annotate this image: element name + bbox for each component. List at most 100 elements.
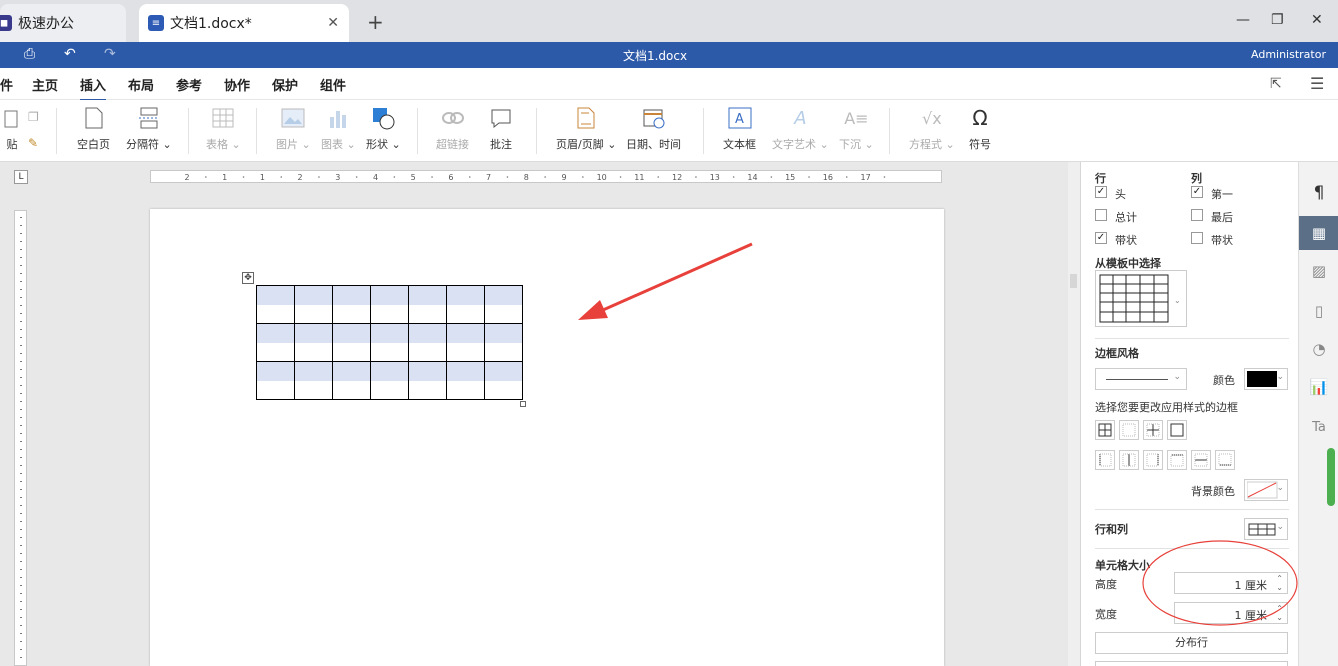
comment-label: 批注 bbox=[490, 138, 512, 151]
ruler-tick bbox=[619, 176, 622, 178]
table-button[interactable]: 表格 ⌄ bbox=[206, 106, 241, 152]
text-art-button[interactable]: A 文字艺术 ⌄ bbox=[772, 106, 829, 152]
menu-collaborate[interactable]: 协作 bbox=[224, 75, 250, 94]
menu-plugins[interactable]: 组件 bbox=[320, 75, 346, 94]
menu-layout[interactable]: 布局 bbox=[128, 75, 154, 94]
table-settings-icon[interactable]: ▦ bbox=[1299, 216, 1338, 250]
ruler-tick bbox=[431, 176, 433, 178]
vertical-ruler[interactable] bbox=[14, 210, 27, 666]
total-row-checkbox[interactable] bbox=[1095, 209, 1107, 221]
page-break-icon bbox=[137, 106, 161, 130]
ruler-tick bbox=[20, 417, 22, 418]
minimize-icon[interactable]: — bbox=[1236, 12, 1250, 28]
panel-scroll-indicator[interactable] bbox=[1327, 448, 1335, 506]
inner-horizontal-border-button[interactable] bbox=[1191, 450, 1211, 470]
banded-columns-checkbox[interactable] bbox=[1191, 232, 1203, 244]
last-column-checkbox[interactable] bbox=[1191, 209, 1203, 221]
ruler-tick bbox=[20, 537, 22, 538]
paste-button[interactable]: 贴 bbox=[0, 106, 24, 152]
border-line-select[interactable]: ⌄ bbox=[1095, 368, 1187, 390]
banded-rows-checkbox[interactable]: ✓ bbox=[1095, 232, 1107, 244]
omega-icon: Ω bbox=[972, 106, 988, 130]
distribute-rows-button[interactable]: 分布行 bbox=[1095, 632, 1288, 654]
border-style-label: 边框风格 bbox=[1095, 347, 1139, 360]
horizontal-ruler[interactable]: 2 1 1 2 3 4 5 6 7 8 9 10 11 12 13 14 15 16 17 bbox=[150, 170, 942, 183]
chart-button[interactable]: 图表 ⌄ bbox=[321, 106, 356, 152]
ruler-number: 1 bbox=[222, 173, 227, 182]
image-settings-icon[interactable]: ▨ bbox=[1299, 254, 1338, 288]
ruler-tick bbox=[20, 545, 22, 546]
dropcap-button[interactable]: A≡ 下沉 ⌄ bbox=[839, 106, 874, 152]
menu-home[interactable]: 主页 bbox=[32, 75, 58, 94]
table-resize-handle[interactable] bbox=[520, 401, 526, 407]
format-painter-icon[interactable]: ✎ bbox=[28, 136, 38, 150]
background-color-picker[interactable]: ⌄ bbox=[1244, 479, 1288, 501]
table-template-picker[interactable]: ⌄ bbox=[1095, 270, 1187, 327]
ruler-tick bbox=[20, 641, 22, 642]
menu-protect[interactable]: 保护 bbox=[272, 75, 298, 94]
ruler-tick bbox=[20, 441, 22, 442]
maximize-icon[interactable]: ❐ bbox=[1271, 12, 1284, 28]
ruler-tick bbox=[20, 425, 22, 426]
ruler-tick bbox=[20, 457, 22, 458]
ruler-tick bbox=[20, 257, 22, 258]
shape-button[interactable]: 形状 ⌄ bbox=[366, 106, 401, 152]
right-border-button[interactable] bbox=[1143, 450, 1163, 470]
distribute-columns-button[interactable] bbox=[1095, 661, 1288, 666]
ruler-tick bbox=[242, 176, 245, 178]
window-close-icon[interactable]: ✕ bbox=[1311, 12, 1323, 28]
open-location-icon[interactable]: ⇱ bbox=[1270, 76, 1282, 92]
tab-app-home[interactable]: ◼ 极速办公 bbox=[0, 4, 126, 42]
textbox-button[interactable]: A 文本框 bbox=[723, 106, 756, 152]
outer-borders-button[interactable] bbox=[1167, 420, 1187, 440]
inner-borders-button[interactable] bbox=[1143, 420, 1163, 440]
header-settings-icon[interactable]: ▯ bbox=[1299, 294, 1338, 328]
datetime-button[interactable]: 日期、时间 bbox=[626, 106, 681, 152]
all-borders-button[interactable] bbox=[1095, 420, 1115, 440]
ruler-tick bbox=[657, 176, 660, 178]
user-name[interactable]: Administrator bbox=[1251, 48, 1326, 61]
menu-icon[interactable]: ☰ bbox=[1310, 74, 1324, 93]
hyperlink-button[interactable]: 超链接 bbox=[436, 106, 469, 152]
header-row-checkbox[interactable]: ✓ bbox=[1095, 186, 1107, 198]
tab-document[interactable]: ≡ 文档1.docx* ✕ bbox=[139, 4, 349, 42]
document-page[interactable] bbox=[150, 209, 944, 666]
border-color-picker[interactable]: ⌄ bbox=[1244, 368, 1288, 390]
first-column-checkbox[interactable]: ✓ bbox=[1191, 186, 1203, 198]
annotation-arrow bbox=[578, 242, 753, 320]
header-footer-button[interactable]: 页眉/页脚 ⌄ bbox=[556, 106, 616, 152]
copy-icon[interactable]: ❐ bbox=[28, 110, 39, 124]
text-art-settings-icon[interactable]: Ta bbox=[1299, 410, 1338, 444]
equation-button[interactable]: √x 方程式 ⌄ bbox=[909, 106, 955, 152]
ruler-tick bbox=[20, 481, 22, 482]
symbol-button[interactable]: Ω 符号 bbox=[968, 106, 992, 152]
menu-references[interactable]: 参考 bbox=[176, 75, 202, 94]
document-table[interactable] bbox=[256, 285, 523, 400]
close-tab-icon[interactable]: ✕ bbox=[327, 15, 339, 31]
document-scrollbar[interactable] bbox=[1068, 162, 1080, 666]
paragraph-settings-icon[interactable]: ¶ bbox=[1299, 176, 1338, 210]
image-button[interactable]: 图片 ⌄ bbox=[276, 106, 311, 152]
no-borders-button[interactable] bbox=[1119, 420, 1139, 440]
bottom-border-button[interactable] bbox=[1215, 450, 1235, 470]
menu-insert[interactable]: 插入 bbox=[80, 75, 107, 101]
ruler-tick bbox=[883, 176, 886, 178]
chart-settings-icon[interactable]: 📊 bbox=[1299, 370, 1338, 404]
rows-section-label: 行 bbox=[1095, 172, 1106, 185]
shape-settings-icon[interactable]: ◔ bbox=[1299, 332, 1338, 366]
top-border-button[interactable] bbox=[1167, 450, 1187, 470]
blank-page-button[interactable]: 空白页 bbox=[77, 106, 110, 152]
ruler-tick bbox=[20, 617, 22, 618]
background-color-label: 背景颜色 bbox=[1191, 485, 1235, 498]
separator-button[interactable]: 分隔符 ⌄ bbox=[126, 106, 172, 152]
new-tab-icon[interactable]: + bbox=[367, 10, 384, 34]
inner-vertical-border-button[interactable] bbox=[1119, 450, 1139, 470]
comment-button[interactable]: 批注 bbox=[489, 106, 513, 152]
left-border-button[interactable] bbox=[1095, 450, 1115, 470]
rows-cols-dropdown[interactable]: ⌄ bbox=[1244, 518, 1288, 540]
menu-file[interactable]: 件 bbox=[0, 75, 13, 94]
paste-label: 贴 bbox=[6, 138, 18, 151]
tab-stop-selector[interactable]: L bbox=[14, 170, 28, 184]
ruler-number: 4 bbox=[373, 173, 378, 182]
table-move-handle-icon[interactable]: ✥ bbox=[242, 272, 254, 284]
